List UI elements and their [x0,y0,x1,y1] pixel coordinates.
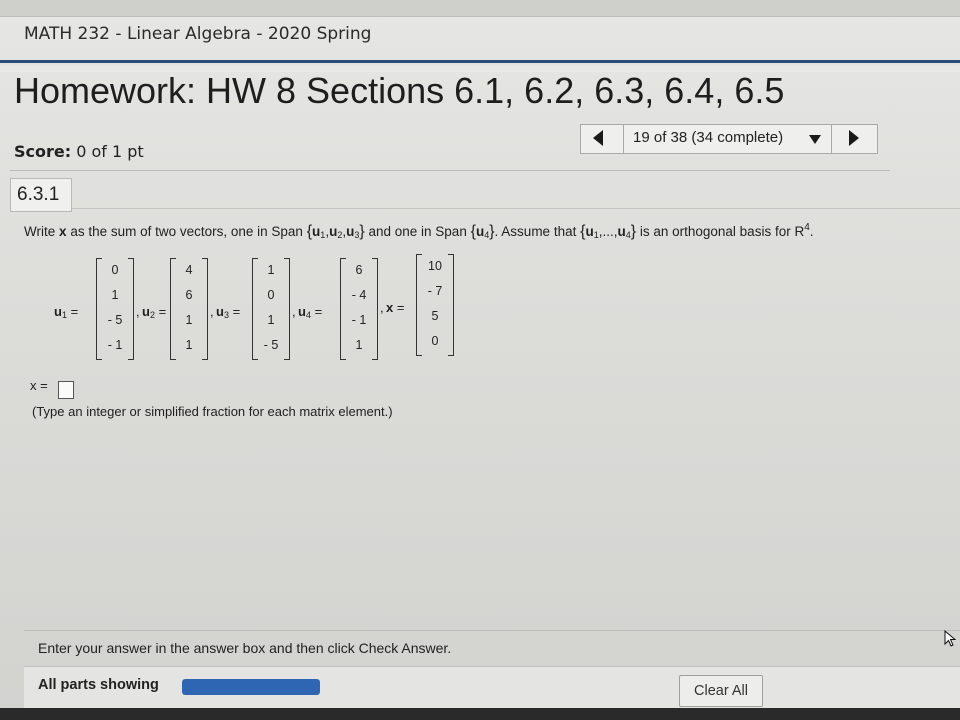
footer-divider [24,630,960,631]
q-basis-last: u [617,224,626,239]
parts-progress-bar [182,679,320,695]
q-basis-first: u [585,224,594,239]
q-space: R [794,224,805,239]
previous-question-icon[interactable] [593,130,603,146]
matrix-cell: - 4 [351,288,367,302]
q-part4: is an orthogonal basis for [639,224,791,239]
question-text: Write x as the sum of two vectors, one i… [24,222,814,240]
vector-label-u1: u1 = [54,304,78,320]
answer-input[interactable] [58,381,74,399]
answer-hint: (Type an integer or simplified fraction … [32,404,393,419]
question-position[interactable]: 19 of 38 (34 complete) [633,129,783,146]
q-x: x [59,224,67,239]
matrix-cell: 10 [428,259,442,273]
matrix-cell: - 5 [107,313,123,327]
matrix-cell: - 7 [427,284,443,298]
browser-top-strip [0,0,960,17]
q-part3: . Assume that [494,224,577,239]
vector-label-u2: u2 = [142,304,166,320]
vec-name: u [142,304,150,319]
homework-title: Homework: HW 8 Sections 6.1, 6.2, 6.3, 6… [14,70,785,111]
score-value: 0 of 1 pt [76,142,144,161]
section-divider [72,208,960,209]
vector-label-x: x = [386,300,404,315]
vec-eq: = [154,304,167,319]
matrix-cell: 1 [185,313,193,327]
matrix-cell: - 1 [107,338,123,352]
matrix-cell: 1 [267,313,275,327]
nav-separator [623,125,624,153]
vector-label-u4: u4 = [298,304,322,320]
vec-name: u [216,304,224,319]
matrix-x: 10 - 7 5 0 [416,254,454,356]
vec-eq: = [310,304,323,319]
brace-close: } [359,223,365,240]
mouse-pointer-icon [944,630,957,647]
matrix-cell: 0 [267,288,275,302]
matrix-cell: 1 [267,263,275,277]
section-number: 6.3.1 [17,184,60,205]
vector-separator: , [136,304,140,319]
vec-name: u [298,304,306,319]
next-question-icon[interactable] [849,130,859,146]
q-u2-sub: 2 [337,230,343,240]
q-u1-sub: 1 [320,230,326,240]
q-part1: as the sum of two vectors, one in Span [70,224,303,239]
dropdown-caret-icon[interactable] [809,135,821,144]
matrix-u2: 4 6 1 1 [170,258,208,360]
clear-all-button[interactable]: Clear All [679,675,763,707]
q-part2: and one in Span [368,224,467,239]
footer-instruction: Enter your answer in the answer box and … [38,640,452,656]
matrix-cell: 0 [431,334,439,348]
vec-name: u [54,304,62,319]
course-title: MATH 232 - Linear Algebra - 2020 Spring [24,24,372,44]
matrix-cell: 1 [355,338,363,352]
parts-label: All parts showing [38,677,159,693]
vec-eq: = [228,304,241,319]
matrix-u4: 6 - 4 - 1 1 [340,258,378,360]
vector-separator: , [210,304,214,319]
matrix-cell: 1 [111,288,119,302]
vector-label-u3: u3 = [216,304,240,320]
nav-separator [831,125,832,153]
matrix-cell: 6 [355,263,363,277]
vec-eq: = [393,300,405,315]
matrix-cell: 6 [185,288,193,302]
vector-separator: , [380,300,384,315]
brace-close: } [630,223,637,240]
answer-label: x = [30,378,48,393]
header-rule [0,60,960,63]
matrix-cell: - 1 [351,313,367,327]
matrix-cell: 5 [431,309,439,323]
q-word: Write [24,224,56,239]
question-navigator: 19 of 38 (34 complete) [580,124,878,154]
section-number-box: 6.3.1 [10,178,72,212]
q-u4: u [475,224,485,239]
progress-fill [182,679,320,695]
matrix-cell: 1 [185,338,193,352]
page: MATH 232 - Linear Algebra - 2020 Spring … [0,0,960,720]
q-dots: ,..., [598,224,618,239]
matrix-u3: 1 0 1 - 5 [252,258,290,360]
vec-eq: = [66,304,79,319]
matrix-cell: 4 [185,263,193,277]
matrix-cell: 0 [111,263,119,277]
score-text: Score: 0 of 1 pt [14,142,144,161]
taskbar-edge [0,708,960,720]
q-end: . [809,224,814,239]
vector-separator: , [292,304,296,319]
matrix-cell: - 5 [263,338,279,352]
score-label: Score: [14,142,72,161]
matrix-u1: 0 1 - 5 - 1 [96,258,134,360]
